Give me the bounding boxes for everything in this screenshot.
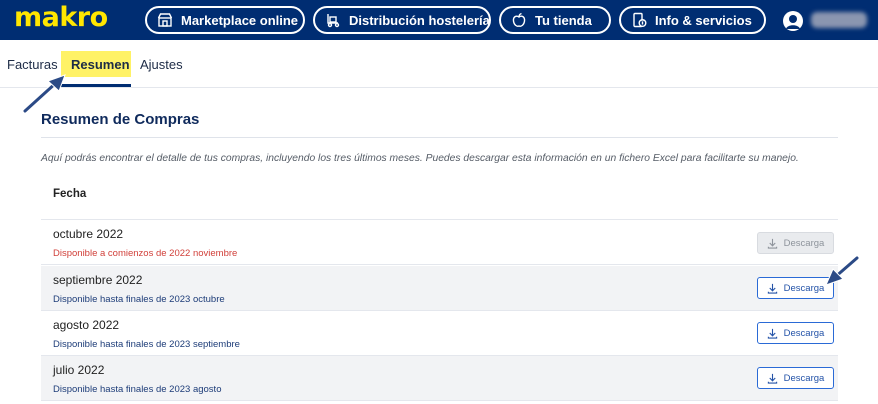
user-avatar-icon[interactable] [782,10,804,32]
nav-marketplace-button[interactable]: Marketplace online [145,6,305,34]
table-row: septiembre 2022 Disponible hasta finales… [41,266,838,311]
section-description: Aquí podrás encontrar el detalle de tus … [41,153,799,164]
nav-marketplace-label: Marketplace online [181,12,299,28]
download-icon [767,328,777,339]
row-month: julio 2022 [53,363,105,377]
row-status: Disponible a comienzos de 2022 noviembre [53,248,238,259]
download-label: Descarga [783,282,825,294]
nav-distribucion-button[interactable]: Distribución hostelería [313,6,491,34]
row-month: septiembre 2022 [53,273,143,287]
makro-logo[interactable]: makro [14,2,108,33]
row-status: Disponible hasta finales de 2023 agosto [53,384,222,395]
download-button-disabled: Descarga [757,232,834,254]
download-button[interactable]: Descarga [757,367,834,389]
column-header-fecha: Fecha [53,188,87,200]
tabs-divider [0,87,878,88]
download-icon [767,238,777,249]
nav-info-servicios-label: Info & servicios [655,12,752,28]
delivery-truck-icon [327,14,340,28]
username-blurred[interactable] [811,12,867,28]
download-icon [767,373,777,384]
top-bar: makro Marketplace online Distribución ho… [0,0,878,40]
section-title: Resumen de Compras [41,111,200,128]
table-row: julio 2022 Disponible hasta finales de 2… [41,356,838,401]
nav-tu-tienda-button[interactable]: Tu tienda [499,6,611,34]
table-row: agosto 2022 Disponible hasta finales de … [41,311,838,356]
section-divider [41,137,838,138]
apple-icon [512,12,526,27]
nav-info-servicios-button[interactable]: Info & servicios [619,6,766,34]
row-status: Disponible hasta finales de 2023 octubre [53,294,225,305]
download-button[interactable]: Descarga [757,322,834,344]
row-month: agosto 2022 [53,318,120,332]
nav-distribucion-label: Distribución hostelería [349,12,490,28]
tab-facturas[interactable]: Facturas [7,57,58,72]
table-row: octubre 2022 Disponible a comienzos de 2… [41,220,838,265]
info-phone-icon [633,12,647,28]
row-status: Disponible hasta finales de 2023 septiem… [53,339,240,350]
annotation-arrow-icon [825,255,860,286]
row-month: octubre 2022 [53,227,124,241]
download-icon [767,283,777,294]
download-label: Descarga [783,327,825,339]
tab-resumen[interactable]: Resumen [71,57,130,72]
download-label: Descarga [783,237,825,249]
storefront-icon [157,13,173,27]
tab-ajustes[interactable]: Ajustes [140,57,183,72]
nav-tu-tienda-label: Tu tienda [535,12,592,28]
download-label: Descarga [783,372,825,384]
